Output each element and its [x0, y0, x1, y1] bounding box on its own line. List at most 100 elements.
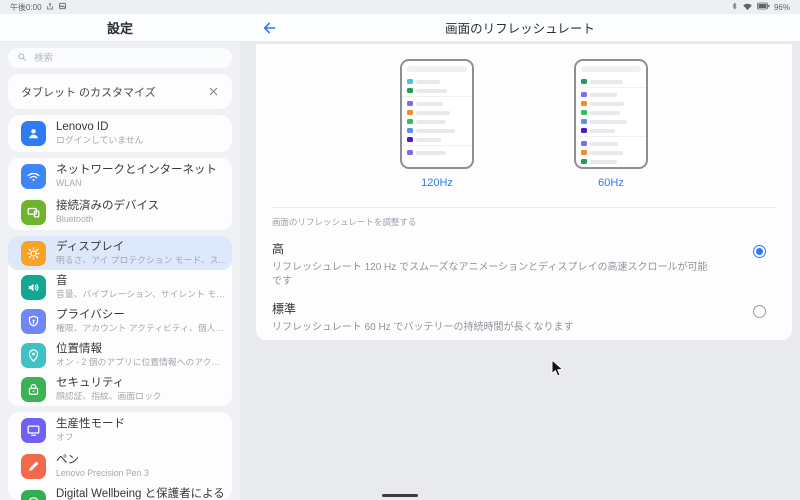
sidebar-card: ネットワークとインターネット WLAN 接続済みのデバイス Bluetooth: [8, 158, 232, 230]
sidebar-item-wellbeing[interactable]: Digital Wellbeing と保護者による使用制限: [8, 484, 232, 500]
sidebar-item-subtitle: 顔認証、指紋、画面ロック: [56, 390, 162, 401]
gesture-bar[interactable]: [382, 494, 418, 497]
mini-list-row: [407, 77, 467, 86]
mini-icon: [581, 158, 587, 165]
sidebar-item-sound[interactable]: 音音量、バイブレーション、サイレント モード: [8, 270, 232, 304]
mini-text-line: [415, 150, 446, 155]
sidebar-card: Lenovo ID ログインしていません: [8, 115, 232, 152]
mini-search-bar: [407, 66, 467, 72]
radio-button[interactable]: [753, 245, 766, 258]
mini-list-row: [581, 148, 641, 157]
refresh-rate-page: 120Hz 60Hz 画面のリフレッシュレートを調整する 高リフレッシュレート 1…: [240, 42, 800, 500]
sidebar-item-subtitle: オフ: [56, 431, 74, 442]
tablet-illustration: [574, 59, 648, 169]
search-icon: [17, 49, 27, 67]
tablet-illustration: [400, 59, 474, 169]
sidebar-item-subtitle: 権限、アカウント アクティビティ、個人データ: [56, 322, 228, 333]
radio-button[interactable]: [753, 305, 766, 318]
sidebar-item-text: セキュリティ 顔認証、指紋、画面ロック: [56, 376, 162, 403]
sidebar-item-title: ディスプレイ: [56, 240, 125, 253]
customize-label: タブレット のカスタマイズ: [21, 86, 156, 99]
sidebar-item-productivity[interactable]: 生産性モード オフ: [8, 412, 232, 448]
sidebar-item-title: Digital Wellbeing と保護者による使用制限: [56, 488, 225, 500]
mini-list-row: [407, 86, 467, 95]
mini-icon: [581, 118, 587, 125]
mini-text-line: [589, 119, 627, 124]
mini-icon: [407, 118, 413, 125]
page-title: 画面のリフレッシュレート: [445, 22, 595, 36]
sidebar-item-title: 生産性モード: [56, 417, 125, 430]
mini-text-line: [589, 128, 615, 133]
sidebar-item-subtitle: WLAN: [56, 177, 82, 188]
mini-icon: [581, 140, 587, 147]
mini-list-row: [407, 126, 467, 135]
sidebar-item-privacy[interactable]: プライバシー 権限、アカウント アクティビティ、個人データ: [8, 304, 232, 338]
sidebar-item-wifi[interactable]: ネットワークとインターネット WLAN: [8, 158, 232, 194]
mini-list-row: [581, 90, 641, 99]
connected-devices-icon: [21, 199, 46, 225]
mini-list-row: [407, 108, 467, 117]
sidebar-item-connected-devices[interactable]: 接続済みのデバイス Bluetooth: [8, 194, 232, 230]
close-icon[interactable]: [208, 86, 219, 97]
option-title: 高: [272, 242, 285, 256]
sidebar-item-text: Lenovo ID ログインしていません: [56, 120, 143, 147]
sidebar-item-subtitle: Lenovo Precision Pen 3: [56, 467, 149, 478]
mini-icon: [407, 109, 413, 116]
location-icon: [21, 342, 46, 368]
sidebar-item-subtitle: Bluetooth: [56, 213, 94, 224]
sidebar-item-pen[interactable]: ペン Lenovo Precision Pen 3: [8, 448, 232, 484]
mini-icon: [581, 127, 587, 134]
sidebar-item-security[interactable]: セキュリティ 顔認証、指紋、画面ロック: [8, 372, 232, 406]
mini-icon: [407, 100, 413, 107]
status-bar: 午後0:00 96%: [0, 0, 800, 14]
section-hint: 画面のリフレッシュレートを調整する: [272, 217, 417, 227]
back-button[interactable]: [262, 19, 280, 37]
lenovo-id-icon: [21, 121, 46, 146]
mini-separator: [402, 145, 472, 146]
sidebar-item-title: セキュリティ: [56, 376, 125, 389]
search-box[interactable]: [8, 48, 232, 68]
mini-text-line: [415, 119, 446, 124]
option-description: リフレッシュレート 120 Hz でスムーズなアニメーションとディスプレイの高速…: [272, 262, 708, 287]
mini-text-line: [589, 141, 619, 146]
mini-text-line: [415, 88, 447, 93]
mini-text-line: [415, 101, 443, 106]
wellbeing-icon: [21, 489, 46, 500]
mode-label: 120Hz: [421, 177, 453, 189]
sidebar-item-display[interactable]: ディスプレイ明るさ、アイ プロテクション モード、スマート ローテーション: [8, 236, 232, 270]
customize-card[interactable]: タブレット のカスタマイズ: [8, 74, 232, 109]
option-title: 標準: [272, 302, 297, 316]
mini-text-line: [415, 110, 451, 115]
sidebar-item-text: 音音量、バイブレーション、サイレント モード: [56, 274, 228, 301]
sidebar-item-subtitle: 明るさ、アイ プロテクション モード、スマート ローテーション: [56, 254, 228, 265]
sound-icon: [21, 274, 46, 300]
refresh-option[interactable]: 高リフレッシュレート 120 Hz でスムーズなアニメーションとディスプレイの高…: [272, 240, 776, 288]
battery-percent: 96%: [773, 2, 790, 12]
search-input[interactable]: [32, 51, 223, 65]
sidebar-item-title: 位置情報: [56, 342, 102, 355]
sidebar-item-lenovo-id[interactable]: Lenovo ID ログインしていません: [8, 115, 232, 152]
sidebar-card: ディスプレイ明るさ、アイ プロテクション モード、スマート ローテーション音音量…: [8, 236, 232, 406]
mini-icon: [407, 127, 413, 134]
mini-list-row: [407, 117, 467, 126]
settings-sidebar: タブレット のカスタマイズ Lenovo IDログインしていませんネットワークと…: [0, 42, 240, 500]
divider: [272, 207, 776, 208]
refresh-option[interactable]: 標準 リフレッシュレート 60 Hz でバッテリーの持続時間が長くなります: [272, 300, 776, 335]
sidebar-item-title: ペン: [56, 453, 79, 466]
sidebar-item-text: 接続済みのデバイス Bluetooth: [56, 199, 159, 226]
sidebar-item-text: ネットワークとインターネット WLAN: [56, 163, 217, 190]
sidebar-item-text: 位置情報オン - 2 個のアプリに位置情報へのアクセスを許可: [56, 342, 228, 369]
mini-list-row: [581, 77, 641, 86]
clock: 午後0:00: [10, 2, 42, 12]
sidebar-item-text: プライバシー 権限、アカウント アクティビティ、個人データ: [56, 308, 228, 335]
mini-icon: [581, 149, 587, 156]
app-header: 設定 画面のリフレッシュレート: [0, 14, 800, 42]
options-list: 高リフレッシュレート 120 Hz でスムーズなアニメーションとディスプレイの高…: [256, 240, 792, 335]
share-icon: [46, 2, 54, 12]
mini-icon: [581, 91, 587, 98]
mini-list-row: [581, 108, 641, 117]
sidebar-item-location[interactable]: 位置情報オン - 2 個のアプリに位置情報へのアクセスを許可: [8, 338, 232, 372]
mini-text-line: [589, 101, 625, 106]
sidebar-item-title: 音: [56, 274, 68, 287]
mini-list-row: [581, 117, 641, 126]
